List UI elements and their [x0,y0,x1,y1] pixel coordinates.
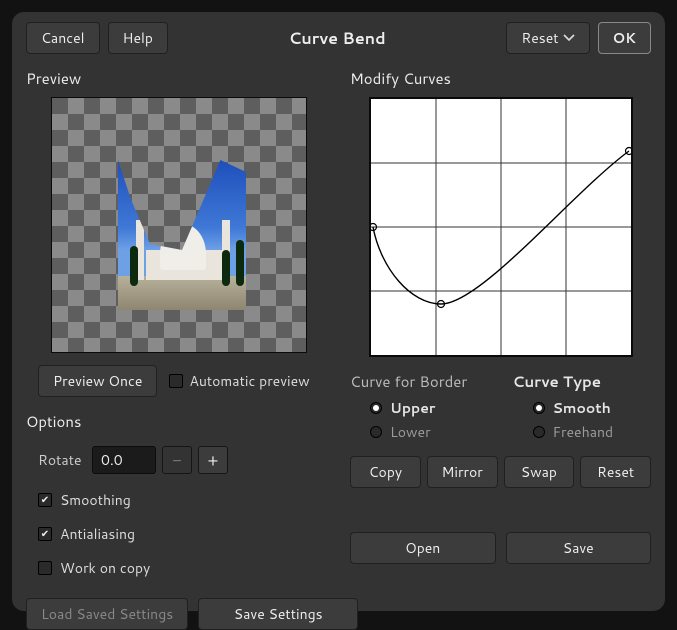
lower-radio[interactable] [370,426,382,438]
curve-type-group: Curve Type Smooth Freehand [513,367,652,442]
smooth-radio[interactable] [533,402,545,414]
curve-type-title: Curve Type [513,371,652,392]
reset-label: Reset [521,28,558,48]
curve-reset-button[interactable]: Reset [580,456,651,488]
freehand-radio[interactable] [533,426,545,438]
right-column: Modify Curves Curve for Border [350,68,651,630]
save-settings-button[interactable]: Save Settings [198,598,358,630]
lower-label: Lower [390,422,431,442]
smoothing-row: Smoothing [38,490,332,510]
antialias-row: Antialiasing [38,524,332,544]
auto-preview-row: Automatic preview [169,371,309,391]
smooth-label: Smooth [553,398,611,418]
open-save-buttons: Open Save [350,532,651,564]
plus-icon: + [208,449,219,472]
curve-editor[interactable] [369,97,633,357]
auto-preview-checkbox[interactable] [169,374,183,388]
auto-preview-label: Automatic preview [189,371,309,391]
curve-bend-dialog: Cancel Help Curve Bend Reset OK Preview [12,12,665,611]
freehand-label: Freehand [553,422,614,442]
lower-row: Lower [350,422,489,442]
curve-for-border-group: Curve for Border Upper Lower [350,367,489,442]
reset-button[interactable]: Reset [506,22,589,54]
preview-section-label: Preview [26,68,332,89]
smooth-row: Smooth [513,398,652,418]
preview-controls: Preview Once Automatic preview [26,365,332,397]
help-button[interactable]: Help [108,22,168,54]
freehand-row: Freehand [513,422,652,442]
settings-buttons: Load Saved Settings Save Settings [26,598,332,630]
smoothing-label: Smoothing [60,490,131,510]
preview-once-button[interactable]: Preview Once [38,365,157,397]
preview-image [118,160,246,310]
rotate-increment-button[interactable]: + [198,446,228,474]
work-on-copy-row: Work on copy [38,558,332,578]
rotate-label: Rotate [38,450,86,470]
cancel-button[interactable]: Cancel [26,22,100,54]
load-saved-settings-button[interactable]: Load Saved Settings [26,598,188,630]
upper-row: Upper [350,398,489,418]
antialias-checkbox[interactable] [38,527,52,541]
content-columns: Preview Preview Once Au [26,68,651,630]
rotate-input[interactable] [92,446,156,474]
work-on-copy-checkbox[interactable] [38,561,52,575]
minus-icon: − [172,449,181,472]
save-button[interactable]: Save [506,532,652,564]
upper-label: Upper [390,398,435,418]
work-on-copy-label: Work on copy [60,558,150,578]
curve-action-buttons: Copy Mirror Swap Reset [350,456,651,488]
copy-button[interactable]: Copy [350,456,421,488]
antialias-label: Antialiasing [60,524,135,544]
mirror-button[interactable]: Mirror [427,456,498,488]
options-section-label: Options [26,411,332,432]
chevron-down-icon [563,32,575,44]
swap-button[interactable]: Swap [504,456,575,488]
rotate-decrement-button[interactable]: − [162,446,192,474]
upper-radio[interactable] [370,402,382,414]
dialog-title: Curve Bend [176,27,499,50]
left-column: Preview Preview Once Au [26,68,332,630]
rotate-spinner: Rotate − + [38,446,332,474]
preview-canvas [51,97,307,353]
titlebar: Cancel Help Curve Bend Reset OK [26,22,651,54]
smoothing-checkbox[interactable] [38,493,52,507]
radio-columns: Curve for Border Upper Lower Curve Type … [350,367,651,442]
ok-button[interactable]: OK [598,22,651,54]
open-button[interactable]: Open [350,532,496,564]
curve-for-border-title: Curve for Border [350,371,489,392]
modify-curves-label: Modify Curves [350,68,651,89]
